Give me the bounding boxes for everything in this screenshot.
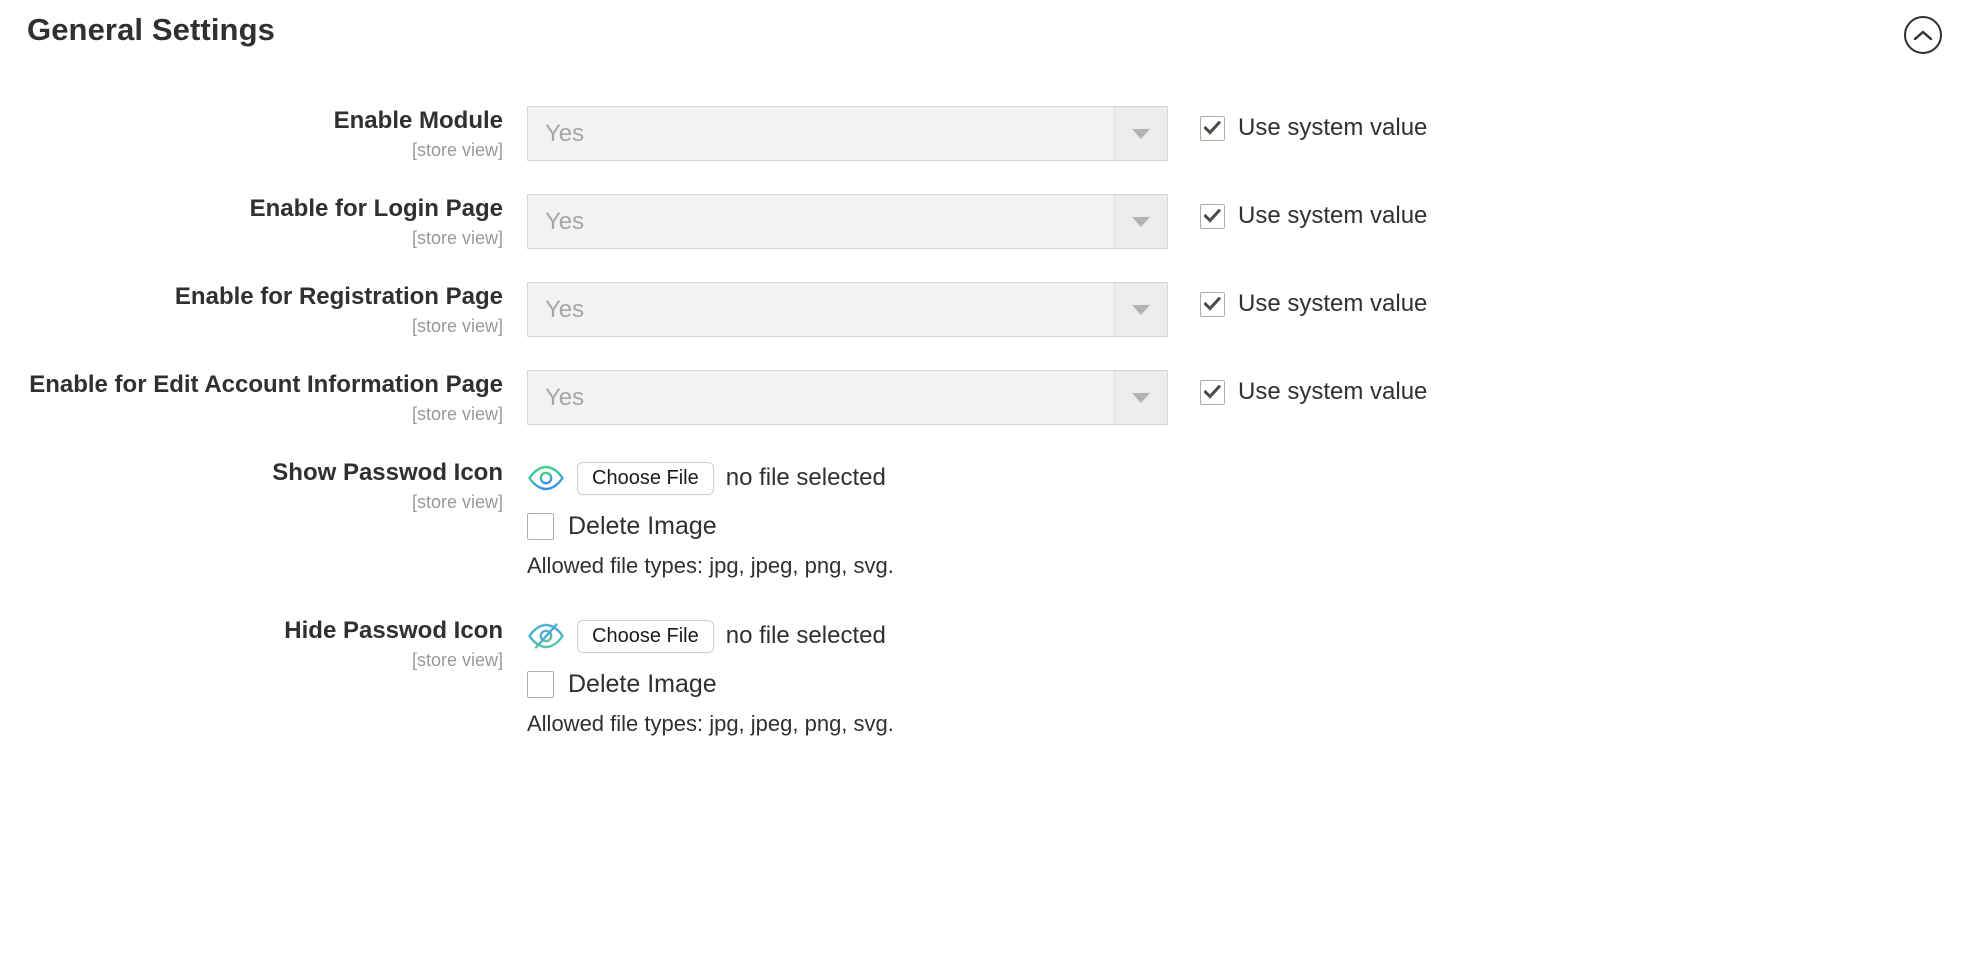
field-label: Enable for Edit Account Information Page… xyxy=(0,370,503,426)
field-control: Choose File no file selected Delete Imag… xyxy=(527,458,894,579)
field-label: Enable Module [store view] xyxy=(0,106,503,162)
checkbox-use-system-value[interactable] xyxy=(1200,203,1225,229)
field-control: Choose File no file selected Delete Imag… xyxy=(527,616,894,737)
chevron-down-icon[interactable] xyxy=(1114,283,1167,336)
select-enable-registration-page[interactable]: Yes xyxy=(527,282,1168,337)
allowed-file-types-note: Allowed file types: jpg, jpeg, png, svg. xyxy=(527,553,894,578)
field-scope-text: [store view] xyxy=(411,140,503,160)
page-title: General Settings xyxy=(27,12,275,47)
chevron-down-icon[interactable] xyxy=(1114,107,1167,160)
use-system-value-label: Use system value xyxy=(1238,202,1428,229)
select-value: Yes xyxy=(545,120,585,147)
section-header: General Settings xyxy=(0,0,1972,72)
eye-off-icon xyxy=(527,617,565,655)
checkbox-use-system-value[interactable] xyxy=(1200,379,1225,405)
use-system-value-enable-login-page[interactable]: Use system value xyxy=(1200,202,1427,230)
delete-image-hide-password-icon[interactable]: Delete Image xyxy=(527,670,894,699)
field-label: Enable for Registration Page [store view… xyxy=(0,282,503,338)
field-label-text: Enable for Registration Page xyxy=(174,283,503,310)
field-label-text: Show Passwod Icon xyxy=(272,459,503,486)
field-control: Yes xyxy=(527,194,1168,249)
select-value: Yes xyxy=(545,384,585,411)
checkbox-use-system-value[interactable] xyxy=(1200,115,1225,141)
chevron-down-icon[interactable] xyxy=(1114,195,1167,248)
checkbox-delete-image[interactable] xyxy=(527,671,554,698)
select-value: Yes xyxy=(545,296,585,323)
use-system-value-enable-registration-page[interactable]: Use system value xyxy=(1200,290,1427,318)
use-system-value-label: Use system value xyxy=(1238,378,1428,405)
file-status-text: no file selected xyxy=(725,622,886,649)
choose-file-button-hide-password-icon[interactable]: Choose File xyxy=(577,619,714,653)
general-settings-page: General Settings Enable Module [store vi… xyxy=(0,0,1972,972)
field-scope-text: [store view] xyxy=(411,404,503,424)
delete-image-label: Delete Image xyxy=(568,670,717,698)
eye-icon xyxy=(527,459,565,497)
use-system-value-label: Use system value xyxy=(1238,290,1428,317)
delete-image-label: Delete Image xyxy=(568,512,717,540)
checkbox-delete-image[interactable] xyxy=(527,513,554,540)
chevron-up-circle-icon[interactable] xyxy=(1904,16,1942,54)
file-upload-line: Choose File no file selected xyxy=(527,616,894,656)
field-scope-text: [store view] xyxy=(411,492,503,512)
field-label: Hide Passwod Icon [store view] xyxy=(0,616,503,672)
select-enable-module[interactable]: Yes xyxy=(527,106,1168,161)
field-label-text: Enable for Login Page xyxy=(249,195,503,222)
field-control: Yes xyxy=(527,282,1168,337)
use-system-value-enable-module[interactable]: Use system value xyxy=(1200,114,1427,142)
choose-file-button-show-password-icon[interactable]: Choose File xyxy=(577,461,714,495)
delete-image-show-password-icon[interactable]: Delete Image xyxy=(527,512,894,541)
file-status-text: no file selected xyxy=(725,464,886,491)
field-label-text: Hide Passwod Icon xyxy=(284,617,503,644)
field-control: Yes xyxy=(527,370,1168,425)
select-value: Yes xyxy=(545,208,585,235)
field-label-text: Enable Module xyxy=(333,107,503,134)
field-label: Enable for Login Page [store view] xyxy=(0,194,503,250)
field-scope-text: [store view] xyxy=(411,650,503,670)
select-enable-login-page[interactable]: Yes xyxy=(527,194,1168,249)
field-control: Yes xyxy=(527,106,1168,161)
use-system-value-label: Use system value xyxy=(1238,114,1428,141)
select-enable-edit-account-information-page[interactable]: Yes xyxy=(527,370,1168,425)
allowed-file-types-note: Allowed file types: jpg, jpeg, png, svg. xyxy=(527,711,894,736)
field-label: Show Passwod Icon [store view] xyxy=(0,458,503,514)
use-system-value-enable-edit-account-information-page[interactable]: Use system value xyxy=(1200,378,1427,406)
chevron-down-icon[interactable] xyxy=(1114,371,1167,424)
field-label-text: Enable for Edit Account Information Page xyxy=(29,371,503,398)
checkbox-use-system-value[interactable] xyxy=(1200,291,1225,317)
file-upload-line: Choose File no file selected xyxy=(527,458,894,498)
field-scope-text: [store view] xyxy=(411,228,503,248)
field-scope-text: [store view] xyxy=(411,316,503,336)
